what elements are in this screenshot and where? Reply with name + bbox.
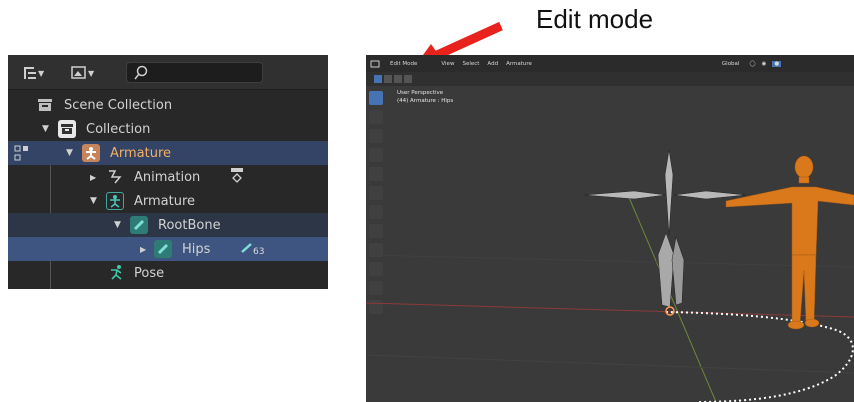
filter-dropdown[interactable]: ▼	[70, 63, 94, 83]
tree-item-label: Scene Collection	[64, 97, 173, 113]
tree-item-collection[interactable]: ▼ Collection	[8, 117, 328, 141]
bone-shape	[583, 190, 667, 200]
tree-item-scene-collection[interactable]: Scene Collection	[8, 93, 328, 117]
tree-item-animation[interactable]: ▶ Animation	[8, 165, 328, 189]
tree-item-label: Armature	[134, 193, 196, 209]
collapse-triangle-icon[interactable]: ▶	[90, 173, 96, 182]
grid-line	[366, 254, 854, 268]
tree-item-label: Armature	[110, 145, 172, 161]
bone-icon	[154, 240, 172, 258]
bone-shape	[664, 149, 674, 236]
keyframe-icon	[231, 168, 243, 183]
collapse-triangle-icon[interactable]: ▶	[140, 245, 146, 254]
bone-shape	[673, 190, 747, 200]
3d-viewport[interactable]: Edit Mode View Select Add Armature Globa…	[366, 55, 854, 402]
tree-item-rootbone[interactable]: ▼ RootBone	[8, 213, 328, 237]
annotation-label: Edit mode	[536, 4, 654, 34]
tree-item-label: RootBone	[158, 217, 221, 233]
search-field[interactable]	[126, 62, 263, 83]
bone-icon	[130, 216, 148, 234]
armature-object-icon	[82, 144, 100, 162]
pose-icon	[111, 265, 122, 280]
child-count-badge: 63	[253, 247, 265, 257]
bone-joint	[665, 306, 675, 316]
y-axis-line	[627, 194, 717, 402]
child-bone-icon	[241, 243, 252, 253]
search-input[interactable]	[151, 64, 256, 81]
chevron-down-icon: ▼	[38, 68, 45, 78]
grid-line	[366, 354, 854, 374]
tree-item-label: Animation	[134, 169, 201, 185]
expand-triangle-icon[interactable]: ▼	[42, 124, 49, 134]
scene-collection-icon	[36, 96, 54, 114]
expand-triangle-icon[interactable]: ▼	[66, 148, 73, 158]
tree-item-label: Hips	[182, 241, 211, 257]
viewport-scene	[366, 149, 854, 402]
tree-item-label: Pose	[134, 265, 165, 281]
x-axis-line	[366, 302, 854, 318]
expand-triangle-icon[interactable]: ▼	[90, 196, 97, 206]
filter-image-icon	[71, 66, 86, 79]
tree-item-armature-data[interactable]: ▼ Armature	[8, 189, 328, 213]
tree-item-pose[interactable]: Pose	[8, 261, 328, 285]
character-mesh	[725, 155, 854, 330]
search-icon	[134, 65, 148, 80]
bone-shape	[671, 236, 685, 306]
chevron-down-icon: ▼	[88, 68, 95, 78]
outliner-header: ▼ ▼	[8, 55, 328, 90]
armature-data-icon	[106, 192, 124, 210]
tree-item-label: Collection	[86, 121, 151, 137]
expand-triangle-icon[interactable]: ▼	[114, 220, 121, 230]
tree-item-hips[interactable]: ▶ Hips 63	[8, 237, 328, 261]
collection-icon	[58, 120, 76, 138]
restrict-toggle-icon[interactable]	[13, 144, 31, 162]
outliner-panel: ▼ ▼ Scene Collection ▼ Collection ▼ Arma…	[8, 55, 328, 289]
outliner-tree-icon	[24, 67, 36, 79]
animation-icon	[109, 170, 122, 184]
motion-path	[665, 311, 854, 402]
bone-shape	[657, 232, 675, 308]
outliner-tree: Scene Collection ▼ Collection ▼ Armature…	[8, 90, 328, 289]
display-mode-dropdown[interactable]: ▼	[22, 63, 44, 83]
tree-item-armature-object[interactable]: ▼ Armature	[8, 141, 328, 165]
